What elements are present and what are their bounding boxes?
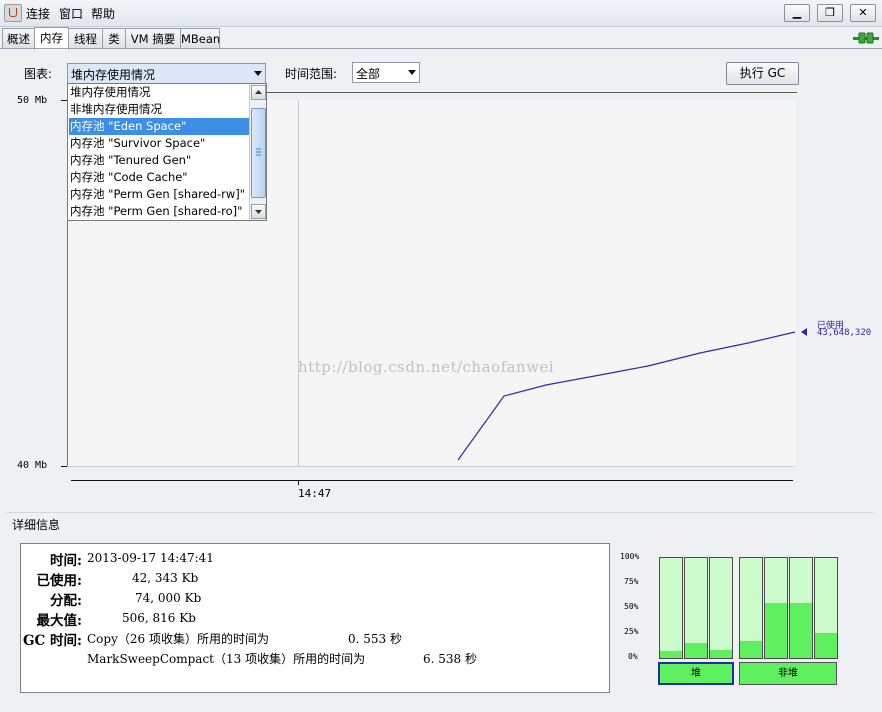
details-box <box>20 543 610 693</box>
gc-copy-value: 0. 553 秒 <box>348 632 402 646</box>
pct-label-100: 100% <box>620 552 640 561</box>
gc-copy-text: Copy（26 项收集）所用的时间为 <box>87 632 269 646</box>
dropdown-item-code-cache[interactable]: 内存池 "Code Cache" <box>69 169 250 186</box>
dropdown-item-tenured-gen[interactable]: 内存池 "Tenured Gen" <box>69 152 250 169</box>
max-label: 最大值: <box>36 613 82 629</box>
gc-marksweep-value: 6. 538 秒 <box>423 652 477 666</box>
scroll-up-button[interactable] <box>251 85 266 100</box>
time-value: 2013-09-17 14:47:41 <box>87 551 214 565</box>
chevron-down-icon <box>255 210 262 214</box>
dropdown-item-perm-gen-rw[interactable]: 内存池 "Perm Gen [shared-rw]" <box>69 186 250 203</box>
max-value: 506, 816 Kb <box>122 611 196 625</box>
chevron-up-icon <box>255 90 262 94</box>
pool-bar-fill <box>765 603 787 658</box>
dropdown-item-eden-space[interactable]: 内存池 "Eden Space" <box>69 118 250 135</box>
pool-bar-fill <box>685 643 707 658</box>
heap-button[interactable]: 堆 <box>658 662 734 685</box>
series-used-line <box>457 331 796 461</box>
dropdown-item-non-heap[interactable]: 非堆内存使用情况 <box>69 101 250 118</box>
pct-label-50: 50% <box>624 602 639 611</box>
used-value: 42, 343 Kb <box>132 571 199 585</box>
gc-time-label: GC 时间: <box>23 633 82 649</box>
non-heap-pool-bar[interactable] <box>764 557 788 659</box>
details-title: 详细信息 <box>12 518 61 532</box>
gc-marksweep-text: MarkSweepCompact（13 项收集）所用的时间为 <box>87 652 366 666</box>
dropdown-scrollbar[interactable] <box>249 84 266 220</box>
grip-icon <box>256 148 261 156</box>
dropdown-item-heap[interactable]: 堆内存使用情况 <box>69 84 250 101</box>
committed-value: 74, 000 Kb <box>135 591 202 605</box>
chart-dropdown-list[interactable]: 堆内存使用情况 非堆内存使用情况 内存池 "Eden Space" 内存池 "S… <box>67 83 267 221</box>
series-used-value: 43,648,320 <box>817 328 872 338</box>
pool-bar-fill <box>815 633 837 658</box>
heap-pool-bar[interactable] <box>709 557 733 659</box>
watermark-text: http://blog.csdn.net/chaofanwei <box>298 358 555 376</box>
non-heap-pool-bar[interactable] <box>789 557 813 659</box>
pct-label-25: 25% <box>624 627 639 636</box>
pct-label-75: 75% <box>624 577 639 586</box>
time-label: 时间: <box>50 553 82 569</box>
heap-pool-bar[interactable] <box>684 557 708 659</box>
non-heap-button[interactable]: 非堆 <box>739 662 837 685</box>
dropdown-item-perm-gen-ro[interactable]: 内存池 "Perm Gen [shared-ro]" <box>69 203 250 220</box>
scrollbar-thumb[interactable] <box>251 108 266 198</box>
pool-bar-fill <box>790 603 812 658</box>
pool-bar-fill <box>660 651 682 658</box>
pool-bar-fill <box>710 650 732 658</box>
committed-label: 分配: <box>50 593 82 609</box>
series-used-marker <box>801 328 807 336</box>
scroll-down-button[interactable] <box>251 204 266 219</box>
used-label: 已使用: <box>36 573 82 589</box>
pool-bar-fill <box>740 641 762 658</box>
non-heap-pool-bar[interactable] <box>814 557 838 659</box>
pct-label-0: 0% <box>628 652 638 661</box>
non-heap-pool-bar[interactable] <box>739 557 763 659</box>
heap-pool-bar[interactable] <box>659 557 683 659</box>
dropdown-item-survivor-space[interactable]: 内存池 "Survivor Space" <box>69 135 250 152</box>
